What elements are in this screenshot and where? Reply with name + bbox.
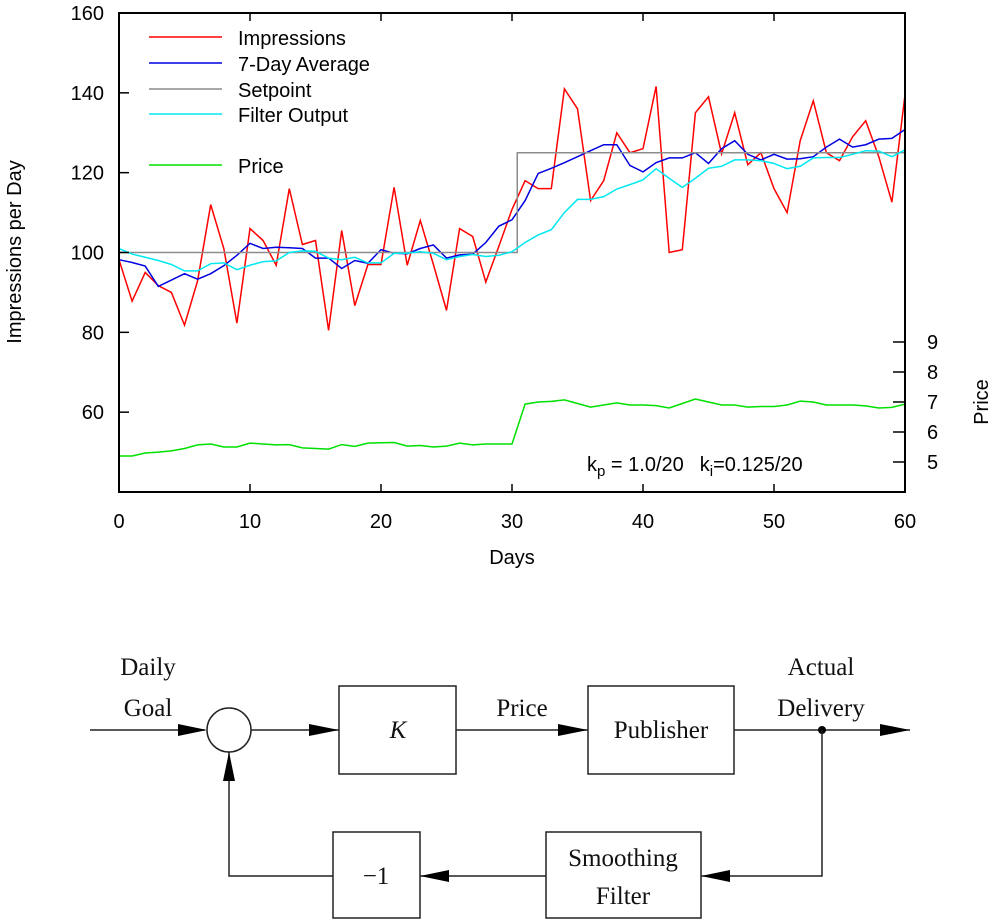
output-label-line1: Actual: [788, 654, 855, 681]
publisher-label: Publisher: [614, 717, 709, 744]
filter-label-line2: Filter: [596, 883, 651, 910]
kp-value: = 1.0/20: [605, 454, 683, 476]
chart: 0 10 20 30 40 50 60 60 80 100 120 140 160 5 6 7 8 9 Impre…: [4, 3, 993, 919]
x-tick-label: 0: [113, 511, 124, 533]
gain-arrowhead-icon: [420, 870, 449, 882]
y2-axis-title: Price: [971, 379, 993, 425]
series-line-price: [119, 398, 906, 457]
y-tick-label: 140: [71, 83, 104, 105]
x-axis-title: Days: [489, 547, 535, 569]
series-line-impressions: [118, 86, 906, 331]
price-signal-label: Price: [496, 695, 547, 722]
y-tick-label: 120: [71, 163, 104, 185]
y2-tick-label: 9: [927, 332, 938, 354]
feedback-return-line: [228, 752, 333, 877]
legend-label-setpoint: Setpoint: [238, 80, 312, 102]
x-tick-label: 20: [370, 511, 392, 533]
y2-tick-label: 8: [927, 362, 938, 384]
legend: Impressions 7-Day Average Setpoint Filte…: [149, 28, 370, 178]
x-tick-label: 10: [239, 511, 261, 533]
ticks-layer: 0 10 20 30 40 50 60 60 80 100 120 140 160 5 6 7 8 9: [71, 3, 939, 533]
kp-subscript: p: [597, 463, 605, 480]
x-tick-label: 30: [501, 511, 523, 533]
input-arrowhead-icon: [178, 724, 207, 736]
gain-annotation: kp = 1.0/20 ki=0.125/20: [587, 454, 803, 480]
y-axis-title: Impressions per Day: [4, 160, 26, 343]
y-tick-label: 160: [71, 3, 104, 25]
y-tick-label: 80: [82, 322, 104, 344]
legend-label-7day-average: 7-Day Average: [238, 54, 370, 76]
legend-label-impressions: Impressions: [238, 28, 346, 50]
y-tick-label: 60: [82, 402, 104, 424]
x-tick-label: 60: [894, 511, 916, 533]
input-label-line2: Goal: [124, 695, 173, 722]
legend-label-price: Price: [238, 156, 284, 178]
gain-label: −1: [363, 863, 390, 890]
y2-tick-label: 6: [927, 422, 938, 444]
input-label-line1: Daily: [120, 654, 176, 681]
plant-arrowhead-icon: [558, 724, 588, 736]
summing-junction: [206, 707, 252, 753]
controller-arrowhead-icon: [309, 724, 339, 736]
y-tick-label: 100: [71, 243, 104, 265]
y2-tick-label: 5: [927, 452, 938, 474]
legend-label-filter-output: Filter Output: [238, 105, 348, 127]
series-layer: [118, 86, 906, 457]
series-line-setpoint: [119, 151, 905, 254]
output-arrowhead-icon: [880, 724, 910, 736]
ki-value: =0.125/20: [713, 454, 803, 476]
filter-arrowhead-icon: [701, 870, 730, 882]
sum-feedback-arrowhead-icon: [223, 752, 235, 781]
output-label-line2: Delivery: [777, 695, 865, 722]
controller-label: K: [389, 717, 408, 744]
filter-label-line1: Smoothing: [568, 845, 678, 872]
x-tick-label: 40: [632, 511, 654, 533]
y2-tick-label: 7: [927, 392, 938, 414]
x-tick-label: 50: [763, 511, 785, 533]
